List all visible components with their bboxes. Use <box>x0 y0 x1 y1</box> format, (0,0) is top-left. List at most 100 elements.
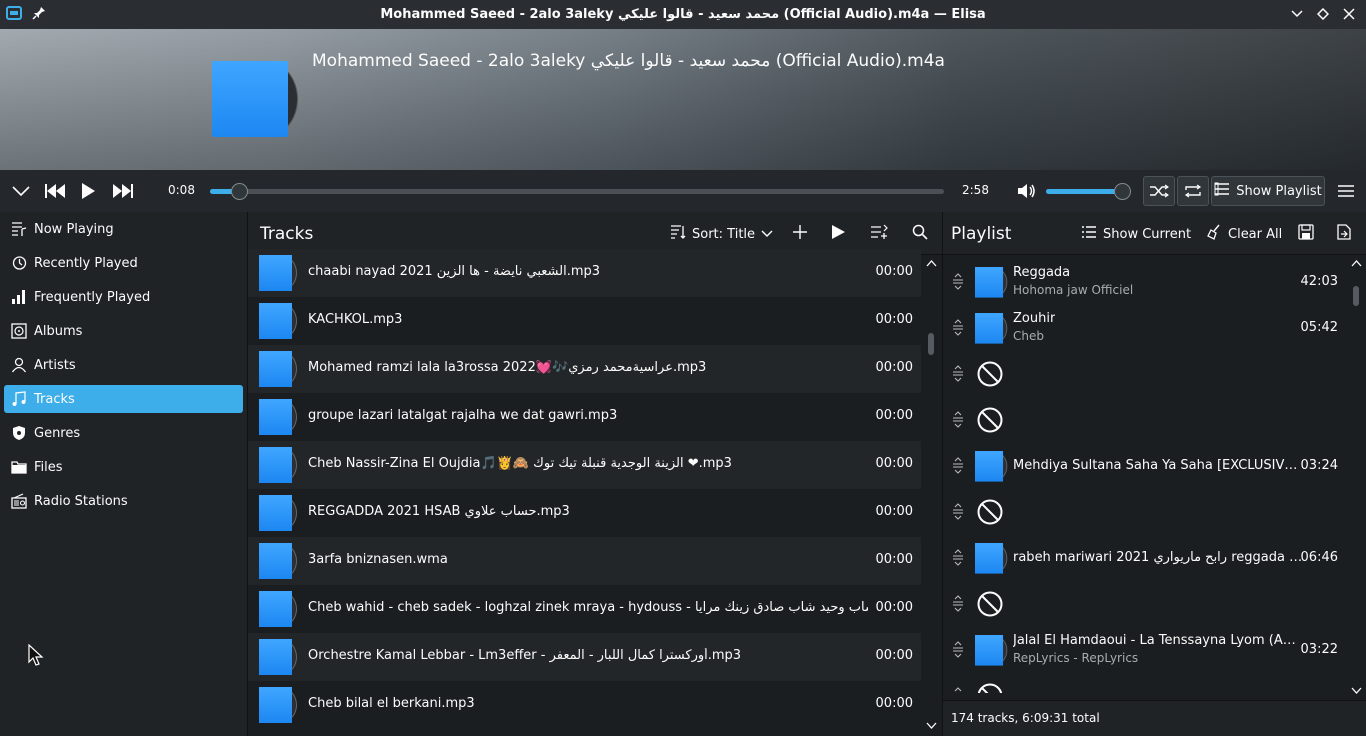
playlist-track-title: rabeh mariwari 2021 رابح ماريواري reggad… <box>1013 550 1303 565</box>
volume-slider[interactable] <box>1046 183 1131 200</box>
add-to-playlist-button[interactable] <box>792 222 808 246</box>
sidebar-item-radio-stations[interactable]: Radio Stations <box>4 487 243 515</box>
track-row[interactable]: Cheb bilal el berkani.mp3 00:00 <box>248 681 921 729</box>
drag-handle-icon[interactable] <box>951 272 965 292</box>
playlist-row[interactable] <box>943 397 1346 443</box>
maximize-button[interactable] <box>1314 4 1332 24</box>
search-button[interactable] <box>912 222 928 246</box>
show-current-button[interactable]: Show Current <box>1081 222 1191 246</box>
drag-handle-icon[interactable] <box>951 640 965 660</box>
person-icon <box>10 356 28 374</box>
scroll-down-icon[interactable] <box>926 722 937 729</box>
now-playing-header: Mohammed Saeed - 2alo 3aleky محمد سعيد -… <box>0 29 1366 170</box>
drag-handle-icon[interactable] <box>951 548 965 568</box>
drag-handle-icon[interactable] <box>951 364 965 384</box>
replace-playlist-button[interactable] <box>870 222 888 246</box>
track-row[interactable]: KACHKOL.mp3 00:00 <box>248 297 921 345</box>
track-row[interactable]: Mohamed ramzi lala la3rossa 2022💓🎶عراسية… <box>248 345 921 393</box>
collapse-header-button[interactable] <box>8 170 34 212</box>
track-duration: 00:00 <box>875 696 913 711</box>
sidebar-item-files[interactable]: Files <box>4 453 243 481</box>
drag-handle-icon[interactable] <box>951 318 965 338</box>
volume-slider-handle[interactable] <box>1113 183 1131 200</box>
volume-icon[interactable] <box>1016 170 1038 212</box>
clear-all-button[interactable]: Clear All <box>1206 222 1282 246</box>
playlist-row[interactable] <box>943 351 1346 397</box>
tracks-scrollbar[interactable] <box>921 255 942 736</box>
track-row[interactable]: Orchestre Kamal Lebbar - Lm3effer - أورك… <box>248 633 921 681</box>
pin-icon[interactable] <box>32 6 46 24</box>
volume-slider-fill <box>1046 189 1122 194</box>
seek-slider[interactable] <box>210 183 944 200</box>
sort-button[interactable]: Sort: Title <box>670 222 773 246</box>
shuffle-button[interactable] <box>1143 176 1175 206</box>
track-duration: 00:00 <box>875 408 913 423</box>
playlist-row[interactable]: Zouhir Cheb 05:42 <box>943 305 1346 351</box>
playlist-row[interactable] <box>943 489 1346 535</box>
playlist-scrollbar[interactable] <box>1346 255 1366 700</box>
previous-track-button[interactable] <box>42 170 68 212</box>
playlist-summary: 174 tracks, 6:09:31 total <box>951 711 1100 725</box>
sidebar-item-label: Tracks <box>34 391 75 407</box>
drag-handle-icon[interactable] <box>951 594 965 614</box>
playlist-row[interactable] <box>943 581 1346 627</box>
track-row[interactable]: 3arfa bniznasen.wma 00:00 <box>248 537 921 585</box>
show-playlist-label: Show Playlist <box>1236 183 1322 199</box>
scrollbar-thumb[interactable] <box>1353 286 1359 306</box>
unavailable-icon <box>977 499 1003 525</box>
track-cover-icon <box>975 635 1008 666</box>
app-icon[interactable] <box>6 6 22 24</box>
hamburger-menu-button[interactable] <box>1334 170 1358 212</box>
sidebar-item-label: Albums <box>34 323 83 339</box>
sidebar-item-tracks[interactable]: Tracks <box>4 385 243 413</box>
sidebar-item-now-playing[interactable]: Now Playing <box>4 215 243 243</box>
now-playing-icon <box>10 220 28 238</box>
track-cover-icon <box>259 543 297 579</box>
tracks-title: Tracks <box>260 224 314 244</box>
sidebar-item-recently-played[interactable]: Recently Played <box>4 249 243 277</box>
sidebar-item-genres[interactable]: Genres <box>4 419 243 447</box>
track-cover-icon <box>259 591 297 627</box>
sidebar-item-artists[interactable]: Artists <box>4 351 243 379</box>
load-playlist-button[interactable] <box>1336 222 1352 246</box>
playlist-add-icon <box>870 224 888 244</box>
playlist-track-title: Zouhir <box>1013 311 1056 326</box>
drag-handle-icon[interactable] <box>951 410 965 430</box>
sort-icon <box>670 224 686 244</box>
scrollbar-thumb[interactable] <box>928 333 934 355</box>
track-row[interactable]: groupe lazari latalgat rajalha we dat ga… <box>248 393 921 441</box>
seek-slider-handle[interactable] <box>231 183 249 200</box>
track-cover-icon <box>259 495 297 531</box>
track-row[interactable]: Cheb wahid - cheb sadek - loghzal zinek … <box>248 585 921 633</box>
show-playlist-button[interactable]: Show Playlist <box>1211 176 1325 206</box>
elapsed-time: 0:08 <box>168 183 195 197</box>
playlist-row[interactable]: Mehdiya Sultana Saha Ya Saha [EXCLUSIVE … <box>943 443 1346 489</box>
save-playlist-button[interactable] <box>1298 222 1314 246</box>
playlist-row[interactable] <box>943 673 1346 693</box>
sidebar-item-albums[interactable]: Albums <box>4 317 243 345</box>
play-all-button[interactable] <box>830 222 846 246</box>
drag-handle-icon[interactable] <box>951 686 965 693</box>
minimize-button[interactable] <box>1288 4 1306 24</box>
next-track-button[interactable] <box>110 170 136 212</box>
playlist-row[interactable]: Reggada Hohoma jaw Officiel 42:03 <box>943 259 1346 305</box>
close-button[interactable] <box>1340 4 1358 24</box>
playlist-track-artist: Hohoma jaw Officiel <box>1013 283 1134 297</box>
drag-handle-icon[interactable] <box>951 502 965 522</box>
track-row[interactable]: Cheb Nassir-Zina El Oujdia🎵👸🙈 الزينة الو… <box>248 441 921 489</box>
track-name: chaabi nayad 2021 الشعبي نايضة - ها الزي… <box>308 264 601 279</box>
track-row[interactable]: REGGADDA 2021 HSAB حساب علاوي.mp3 00:00 <box>248 489 921 537</box>
scroll-up-icon[interactable] <box>926 260 937 267</box>
play-button[interactable] <box>76 170 100 212</box>
track-cover-icon <box>975 313 1008 344</box>
scroll-up-icon[interactable] <box>1351 260 1362 267</box>
repeat-button[interactable] <box>1177 176 1209 206</box>
playlist-row[interactable]: Jalal El Hamdaoui - La Tenssayna Lyom (A… <box>943 627 1346 673</box>
playlist-track-title: Mehdiya Sultana Saha Ya Saha [EXCLUSIVE … <box>1013 458 1303 473</box>
scroll-down-icon[interactable] <box>1351 687 1362 694</box>
track-row[interactable]: chaabi nayad 2021 الشعبي نايضة - ها الزي… <box>248 249 921 297</box>
sidebar-item-frequently-played[interactable]: Frequently Played <box>4 283 243 311</box>
playlist-row[interactable]: rabeh mariwari 2021 رابح ماريواري reggad… <box>943 535 1346 581</box>
sidebar-item-label: Genres <box>34 425 81 441</box>
drag-handle-icon[interactable] <box>951 456 965 476</box>
